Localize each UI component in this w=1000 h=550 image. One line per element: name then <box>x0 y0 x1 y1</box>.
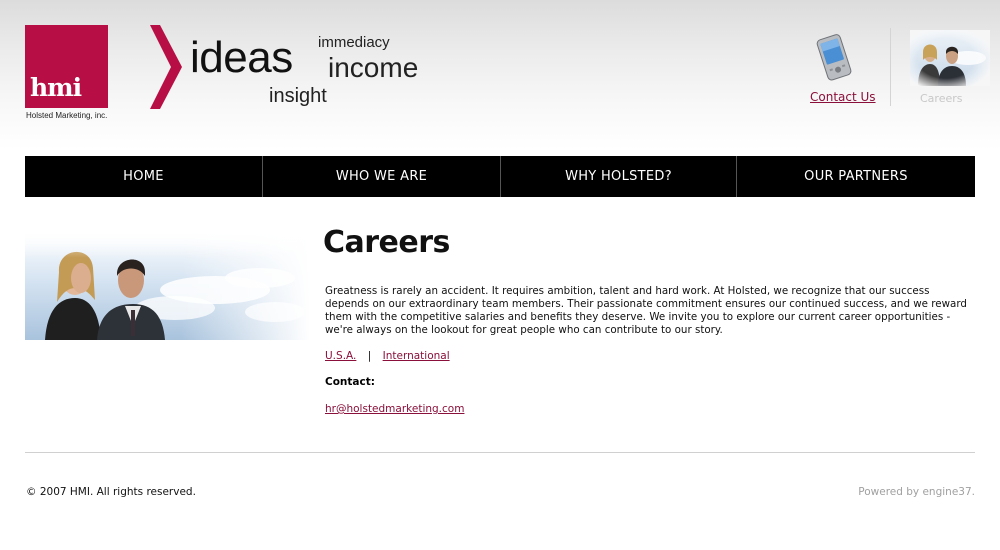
tagline-income: income <box>328 52 419 83</box>
logo[interactable]: hmi <box>25 25 108 108</box>
logo-subtitle: Holsted Marketing, inc. <box>26 111 108 120</box>
copyright-text: © 2007 HMI. All rights reserved. <box>26 486 196 498</box>
page-title: Careers <box>323 225 450 260</box>
careers-thumbnail-icon[interactable] <box>910 30 990 86</box>
nav-item-why-holsted[interactable]: WHY HOLSTED? <box>501 156 737 197</box>
footer-divider <box>25 452 975 453</box>
careers-hero-image <box>25 230 310 340</box>
nav-item-our-partners[interactable]: OUR PARTNERS <box>737 156 975 197</box>
careers-nav-label[interactable]: Careers <box>920 92 963 105</box>
logo-text: hmi <box>30 73 82 102</box>
header-divider <box>890 28 891 106</box>
nav-item-who-we-are[interactable]: WHO WE ARE <box>263 156 501 197</box>
careers-intro-text: Greatness is rarely an accident. It requ… <box>325 285 967 336</box>
link-separator: | <box>367 350 372 362</box>
contact-us-link[interactable]: Contact Us <box>810 90 876 104</box>
powered-by-link[interactable]: Powered by engine37. <box>858 486 975 498</box>
tagline-insight: insight <box>269 85 327 107</box>
contact-heading: Contact: <box>325 376 375 388</box>
nav-item-home[interactable]: HOME <box>25 156 263 197</box>
international-link[interactable]: International <box>383 350 450 362</box>
main-nav: HOME WHO WE ARE WHY HOLSTED? OUR PARTNER… <box>25 156 975 197</box>
phone-icon[interactable] <box>814 32 856 82</box>
usa-link[interactable]: U.S.A. <box>325 350 356 362</box>
tagline-immediacy: immediacy <box>318 34 390 51</box>
chevron-right-icon <box>150 25 182 109</box>
tagline-ideas: ideas <box>190 33 293 82</box>
region-links: U.S.A. | International <box>325 350 450 362</box>
email-link[interactable]: hr@holstedmarketing.com <box>325 403 464 415</box>
